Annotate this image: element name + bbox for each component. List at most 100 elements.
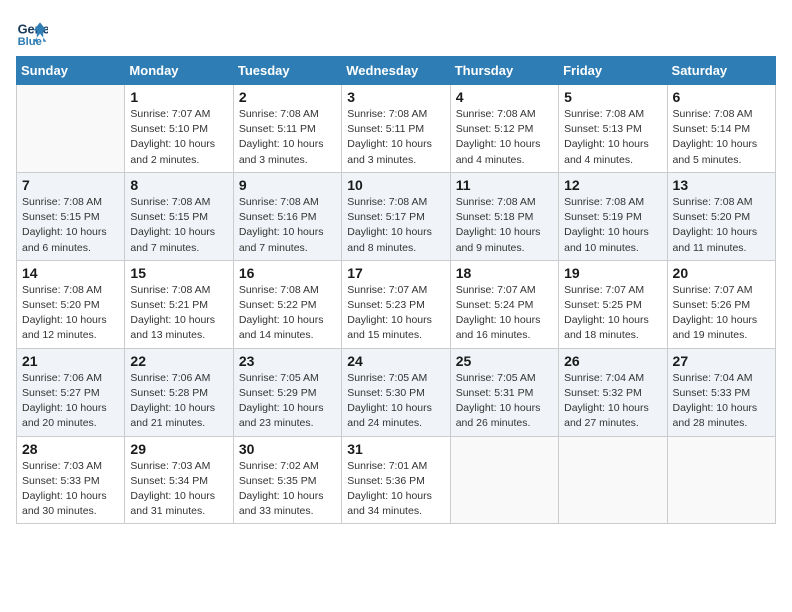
day-info: Sunrise: 7:08 AMSunset: 5:20 PMDaylight:… [673, 195, 770, 256]
calendar-cell [450, 436, 558, 524]
calendar-cell: 9 Sunrise: 7:08 AMSunset: 5:16 PMDaylight… [233, 172, 341, 260]
page-header: General Blue [16, 16, 776, 48]
calendar-cell: 10Sunrise: 7:08 AMSunset: 5:17 PMDayligh… [342, 172, 450, 260]
day-info: Sunrise: 7:08 AMSunset: 5:16 PMDaylight:… [239, 195, 336, 256]
day-number: 22 [130, 353, 227, 369]
calendar-cell: 5 Sunrise: 7:08 AMSunset: 5:13 PMDaylight… [559, 85, 667, 173]
calendar-cell: 3 Sunrise: 7:08 AMSunset: 5:11 PMDaylight… [342, 85, 450, 173]
calendar-cell: 4 Sunrise: 7:08 AMSunset: 5:12 PMDaylight… [450, 85, 558, 173]
day-number: 23 [239, 353, 336, 369]
calendar-cell: 24 Sunrise: 7:05 AMSunset: 5:30 PMDayligh… [342, 348, 450, 436]
calendar-cell: 17 Sunrise: 7:07 AMSunset: 5:23 PMDayligh… [342, 260, 450, 348]
day-info: Sunrise: 7:08 AMSunset: 5:22 PMDaylight:… [239, 283, 336, 344]
calendar-col-header: Sunday [17, 57, 125, 85]
calendar-week-row: 28 Sunrise: 7:03 AMSunset: 5:33 PMDayligh… [17, 436, 776, 524]
calendar-cell: 29Sunrise: 7:03 AMSunset: 5:34 PMDayligh… [125, 436, 233, 524]
calendar-cell: 12 Sunrise: 7:08 AMSunset: 5:19 PMDayligh… [559, 172, 667, 260]
day-info: Sunrise: 7:08 AMSunset: 5:11 PMDaylight:… [239, 107, 336, 168]
calendar-col-header: Tuesday [233, 57, 341, 85]
calendar-cell [559, 436, 667, 524]
day-info: Sunrise: 7:08 AMSunset: 5:15 PMDaylight:… [22, 195, 119, 256]
calendar-cell: 21 Sunrise: 7:06 AMSunset: 5:27 PMDayligh… [17, 348, 125, 436]
day-number: 9 [239, 177, 336, 193]
day-info: Sunrise: 7:04 AMSunset: 5:33 PMDaylight:… [673, 371, 770, 432]
calendar-cell: 13Sunrise: 7:08 AMSunset: 5:20 PMDayligh… [667, 172, 775, 260]
day-number: 3 [347, 89, 444, 105]
calendar-col-header: Friday [559, 57, 667, 85]
day-info: Sunrise: 7:06 AMSunset: 5:28 PMDaylight:… [130, 371, 227, 432]
day-info: Sunrise: 7:07 AMSunset: 5:23 PMDaylight:… [347, 283, 444, 344]
calendar-cell: 7 Sunrise: 7:08 AMSunset: 5:15 PMDaylight… [17, 172, 125, 260]
day-number: 28 [22, 441, 119, 457]
day-number: 12 [564, 177, 661, 193]
calendar-week-row: 7 Sunrise: 7:08 AMSunset: 5:15 PMDaylight… [17, 172, 776, 260]
day-info: Sunrise: 7:05 AMSunset: 5:30 PMDaylight:… [347, 371, 444, 432]
day-number: 15 [130, 265, 227, 281]
day-number: 24 [347, 353, 444, 369]
day-number: 29 [130, 441, 227, 457]
day-info: Sunrise: 7:08 AMSunset: 5:13 PMDaylight:… [564, 107, 661, 168]
calendar-cell: 6Sunrise: 7:08 AMSunset: 5:14 PMDaylight… [667, 85, 775, 173]
day-number: 25 [456, 353, 553, 369]
calendar-cell: 20Sunrise: 7:07 AMSunset: 5:26 PMDayligh… [667, 260, 775, 348]
calendar-cell: 19Sunrise: 7:07 AMSunset: 5:25 PMDayligh… [559, 260, 667, 348]
day-info: Sunrise: 7:07 AMSunset: 5:24 PMDaylight:… [456, 283, 553, 344]
day-number: 18 [456, 265, 553, 281]
day-info: Sunrise: 7:08 AMSunset: 5:11 PMDaylight:… [347, 107, 444, 168]
day-number: 17 [347, 265, 444, 281]
day-number: 8 [130, 177, 227, 193]
day-info: Sunrise: 7:07 AMSunset: 5:10 PMDaylight:… [130, 107, 227, 168]
calendar-col-header: Saturday [667, 57, 775, 85]
calendar-cell: 26 Sunrise: 7:04 AMSunset: 5:32 PMDayligh… [559, 348, 667, 436]
day-number: 31 [347, 441, 444, 457]
day-number: 14 [22, 265, 119, 281]
day-number: 4 [456, 89, 553, 105]
calendar-cell: 23 Sunrise: 7:05 AMSunset: 5:29 PMDayligh… [233, 348, 341, 436]
calendar-cell: 14 Sunrise: 7:08 AMSunset: 5:20 PMDayligh… [17, 260, 125, 348]
day-number: 21 [22, 353, 119, 369]
calendar-cell [17, 85, 125, 173]
day-info: Sunrise: 7:03 AMSunset: 5:33 PMDaylight:… [22, 459, 119, 520]
day-info: Sunrise: 7:05 AMSunset: 5:29 PMDaylight:… [239, 371, 336, 432]
day-info: Sunrise: 7:07 AMSunset: 5:25 PMDaylight:… [564, 283, 661, 344]
day-number: 2 [239, 89, 336, 105]
calendar-table: SundayMondayTuesdayWednesdayThursdayFrid… [16, 56, 776, 524]
calendar-cell: 11 Sunrise: 7:08 AMSunset: 5:18 PMDayligh… [450, 172, 558, 260]
calendar-cell: 18 Sunrise: 7:07 AMSunset: 5:24 PMDayligh… [450, 260, 558, 348]
day-number: 16 [239, 265, 336, 281]
calendar-week-row: 21 Sunrise: 7:06 AMSunset: 5:27 PMDayligh… [17, 348, 776, 436]
day-info: Sunrise: 7:04 AMSunset: 5:32 PMDaylight:… [564, 371, 661, 432]
day-number: 26 [564, 353, 661, 369]
day-number: 27 [673, 353, 770, 369]
day-info: Sunrise: 7:02 AMSunset: 5:35 PMDaylight:… [239, 459, 336, 520]
calendar-col-header: Wednesday [342, 57, 450, 85]
calendar-cell: 16 Sunrise: 7:08 AMSunset: 5:22 PMDayligh… [233, 260, 341, 348]
calendar-week-row: 14 Sunrise: 7:08 AMSunset: 5:20 PMDayligh… [17, 260, 776, 348]
calendar-col-header: Monday [125, 57, 233, 85]
calendar-cell: 15Sunrise: 7:08 AMSunset: 5:21 PMDayligh… [125, 260, 233, 348]
calendar-cell: 30 Sunrise: 7:02 AMSunset: 5:35 PMDayligh… [233, 436, 341, 524]
day-number: 11 [456, 177, 553, 193]
day-info: Sunrise: 7:07 AMSunset: 5:26 PMDaylight:… [673, 283, 770, 344]
calendar-cell: 22 Sunrise: 7:06 AMSunset: 5:28 PMDayligh… [125, 348, 233, 436]
svg-text:Blue: Blue [18, 36, 42, 48]
day-info: Sunrise: 7:08 AMSunset: 5:12 PMDaylight:… [456, 107, 553, 168]
day-info: Sunrise: 7:08 AMSunset: 5:19 PMDaylight:… [564, 195, 661, 256]
day-info: Sunrise: 7:05 AMSunset: 5:31 PMDaylight:… [456, 371, 553, 432]
calendar-cell: 1Sunrise: 7:07 AMSunset: 5:10 PMDaylight… [125, 85, 233, 173]
day-number: 10 [347, 177, 444, 193]
calendar-cell: 25 Sunrise: 7:05 AMSunset: 5:31 PMDayligh… [450, 348, 558, 436]
day-number: 7 [22, 177, 119, 193]
day-info: Sunrise: 7:08 AMSunset: 5:20 PMDaylight:… [22, 283, 119, 344]
day-info: Sunrise: 7:08 AMSunset: 5:14 PMDaylight:… [673, 107, 770, 168]
calendar-week-row: 1Sunrise: 7:07 AMSunset: 5:10 PMDaylight… [17, 85, 776, 173]
logo-icon: General Blue [16, 16, 48, 48]
day-info: Sunrise: 7:01 AMSunset: 5:36 PMDaylight:… [347, 459, 444, 520]
day-info: Sunrise: 7:08 AMSunset: 5:15 PMDaylight:… [130, 195, 227, 256]
day-number: 30 [239, 441, 336, 457]
day-number: 5 [564, 89, 661, 105]
day-info: Sunrise: 7:08 AMSunset: 5:18 PMDaylight:… [456, 195, 553, 256]
day-info: Sunrise: 7:06 AMSunset: 5:27 PMDaylight:… [22, 371, 119, 432]
calendar-cell: 8 Sunrise: 7:08 AMSunset: 5:15 PMDaylight… [125, 172, 233, 260]
calendar-cell: 27 Sunrise: 7:04 AMSunset: 5:33 PMDayligh… [667, 348, 775, 436]
